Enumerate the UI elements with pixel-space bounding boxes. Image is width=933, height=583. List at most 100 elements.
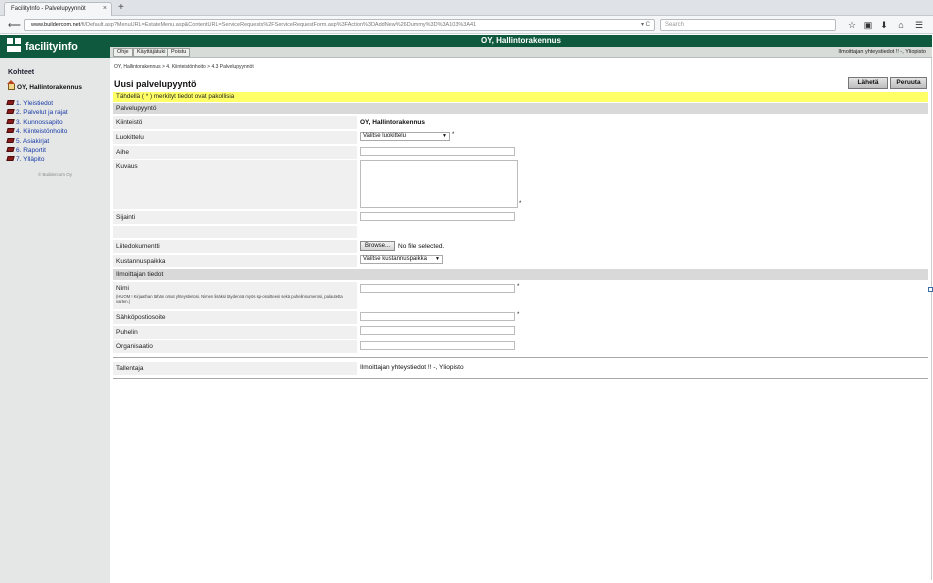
menu-icon[interactable]: ☰	[913, 19, 925, 31]
phone-input[interactable]	[360, 326, 515, 335]
sidebar-item-label: 1. Yleistiedot	[16, 100, 54, 107]
copyright: © Buildercom Oy	[37, 172, 73, 177]
divider	[113, 357, 928, 358]
no-file-text: No file selected.	[398, 243, 445, 250]
property-value: OY, Hallintorakennus	[360, 119, 426, 126]
sidebar-item-admin[interactable]: 7. Ylläpito	[6, 155, 68, 164]
email-field[interactable]	[360, 312, 515, 321]
book-icon	[6, 146, 15, 152]
sidebar-nav: 1. Yleistiedot 2. Palvelut ja rajat 3. K…	[6, 99, 68, 165]
sidebar-item-label: 6. Raportit	[16, 146, 46, 154]
sidebar-title: Kohteet	[8, 69, 35, 76]
attachment-label: Liitedokumentti	[113, 240, 357, 253]
main-content: OY, Hallintorakennus > 4. Kiinteistönhoi…	[110, 58, 932, 580]
costcenter-select[interactable]: Valitse kustannuspaikka ▼	[360, 255, 443, 264]
logo-text: facilityinfo	[25, 41, 78, 53]
logo-mark-icon	[7, 38, 21, 52]
sidebar-property-link[interactable]: OY, Hallintorakennus	[7, 80, 83, 91]
organisation-input[interactable]	[360, 341, 515, 350]
classification-label: Luokittelu	[113, 131, 357, 144]
description-textarea[interactable]	[360, 160, 518, 208]
back-arrow-icon[interactable]: ⟵	[8, 19, 21, 31]
header-title: OY, Hallintorakennus	[110, 35, 932, 47]
url-host: www.buildercom.net	[31, 22, 81, 28]
name-input[interactable]	[360, 284, 515, 293]
logout-button[interactable]: Poistu	[167, 48, 191, 57]
sidebar-item-services[interactable]: 2. Palvelut ja rajat	[6, 108, 68, 117]
saver-value: Ilmoittajan yhteystiedot !! -, Yliopisto	[360, 364, 464, 371]
subject-input[interactable]	[360, 147, 515, 156]
book-icon	[6, 137, 15, 143]
sidebar-item-label: 3. Kunnossapito	[16, 118, 63, 126]
divider	[113, 378, 928, 379]
support-button[interactable]: Käyttäjätuki	[133, 48, 170, 57]
sidebar-item-general[interactable]: 1. Yleistiedot	[6, 99, 68, 108]
sidebar-item-maintenance[interactable]: 3. Kunnossapito	[6, 118, 68, 127]
book-icon	[6, 100, 15, 105]
sidebar-item-label: 7. Ylläpito	[16, 156, 45, 164]
book-icon	[6, 109, 15, 115]
send-button[interactable]: Lähetä	[848, 77, 888, 89]
section-header-reporter: Ilmoittajan tiedot	[113, 269, 928, 280]
house-icon	[7, 80, 15, 90]
chevron-down-icon: ▼	[442, 133, 447, 139]
browser-navbar: ⟵ www.buildercom.net/fi/Default.asp?Menu…	[0, 16, 933, 34]
new-tab-button[interactable]: +	[118, 2, 124, 14]
sidebar-item-label: 4. Kiinteistönhoito	[16, 128, 68, 136]
home-icon[interactable]: ⌂	[895, 19, 907, 31]
organisation-label: Organisaatio	[113, 340, 357, 353]
user-info: Ilmoittajan yhteystiedot !! -, Yliopisto	[838, 49, 926, 55]
url-path: /fi/Default.asp?MenuURL=EstateMenu.asp&C…	[80, 22, 477, 28]
required-mark: *	[517, 312, 520, 318]
browser-tabbar: FacilityInfo - Palvelupyynnöt × +	[0, 0, 933, 16]
search-input[interactable]: Search	[660, 19, 836, 31]
section-header-request: Palvelupyyntö	[113, 103, 928, 114]
reading-list-icon[interactable]: ▣	[862, 19, 874, 31]
saver-label: Tallentaja	[113, 362, 357, 375]
required-mark: *	[452, 132, 455, 138]
property-label: Kiinteistö	[113, 116, 357, 129]
location-label: Sijainti	[113, 211, 357, 224]
classification-select[interactable]: Valitse luokittelu ▼	[360, 132, 450, 141]
phone-label: Puhelin	[113, 326, 357, 339]
book-icon	[6, 156, 15, 162]
description-label: Kuvaus	[113, 160, 357, 209]
subject-label: Aihe	[113, 146, 357, 159]
required-mark: *	[519, 201, 522, 207]
tab-title: FacilityInfo - Palvelupyynnöt	[11, 6, 86, 12]
spacer-row	[113, 226, 357, 238]
header-menu: Ohje Käyttäjätuki Poistu Ilmoittajan yht…	[110, 47, 932, 58]
help-button[interactable]: Ohje	[113, 48, 133, 57]
costcenter-select-value: Valitse kustannuspaikka	[363, 256, 427, 262]
sidebar-item-label: 5. Asiakirjat	[16, 137, 50, 145]
location-input[interactable]	[360, 212, 515, 221]
required-notice: Tähdellä ( * ) merkityt tiedot ovat pako…	[113, 92, 928, 102]
download-icon[interactable]: ⬇	[878, 19, 890, 31]
chevron-down-icon: ▼	[435, 256, 440, 262]
cancel-button[interactable]: Peruuta	[890, 77, 927, 89]
book-icon	[6, 118, 15, 124]
app-logo[interactable]: facilityinfo	[0, 35, 110, 58]
name-note: (HUOM ! Kirjaathan tähän omat yhteystiet…	[116, 294, 343, 304]
browser-tab[interactable]: FacilityInfo - Palvelupyynnöt ×	[4, 2, 112, 16]
bookmark-star-icon[interactable]: ☆	[846, 19, 858, 31]
book-icon	[6, 128, 15, 134]
sidebar: Kohteet OY, Hallintorakennus 1. Yleistie…	[0, 58, 110, 583]
resize-handle[interactable]	[928, 287, 933, 292]
browse-button[interactable]: Browse...	[360, 241, 396, 251]
page-title: Uusi palvelupyyntö	[114, 79, 197, 89]
costcenter-label: Kustannuspaikka	[113, 255, 357, 267]
sidebar-item-documents[interactable]: 5. Asiakirjat	[6, 137, 68, 146]
name-label: Nimi	[116, 285, 129, 292]
reload-icon[interactable]: ▾ C	[641, 20, 650, 30]
required-mark: *	[517, 284, 520, 290]
address-bar[interactable]: www.buildercom.net/fi/Default.asp?MenuUR…	[24, 19, 655, 31]
sidebar-item-reports[interactable]: 6. Raportit	[6, 146, 68, 155]
sidebar-property-label: OY, Hallintorakennus	[17, 84, 83, 91]
close-icon[interactable]: ×	[103, 5, 107, 12]
sidebar-item-label: 2. Palvelut ja rajat	[16, 109, 68, 117]
classification-select-value: Valitse luokittelu	[363, 133, 406, 139]
sidebar-item-property-care[interactable]: 4. Kiinteistönhoito	[6, 127, 68, 136]
name-label-cell: Nimi (HUOM ! Kirjaathan tähän omat yhtey…	[113, 282, 357, 309]
breadcrumb: OY, Hallintorakennus > 4. Kiinteistönhoi…	[114, 64, 254, 70]
